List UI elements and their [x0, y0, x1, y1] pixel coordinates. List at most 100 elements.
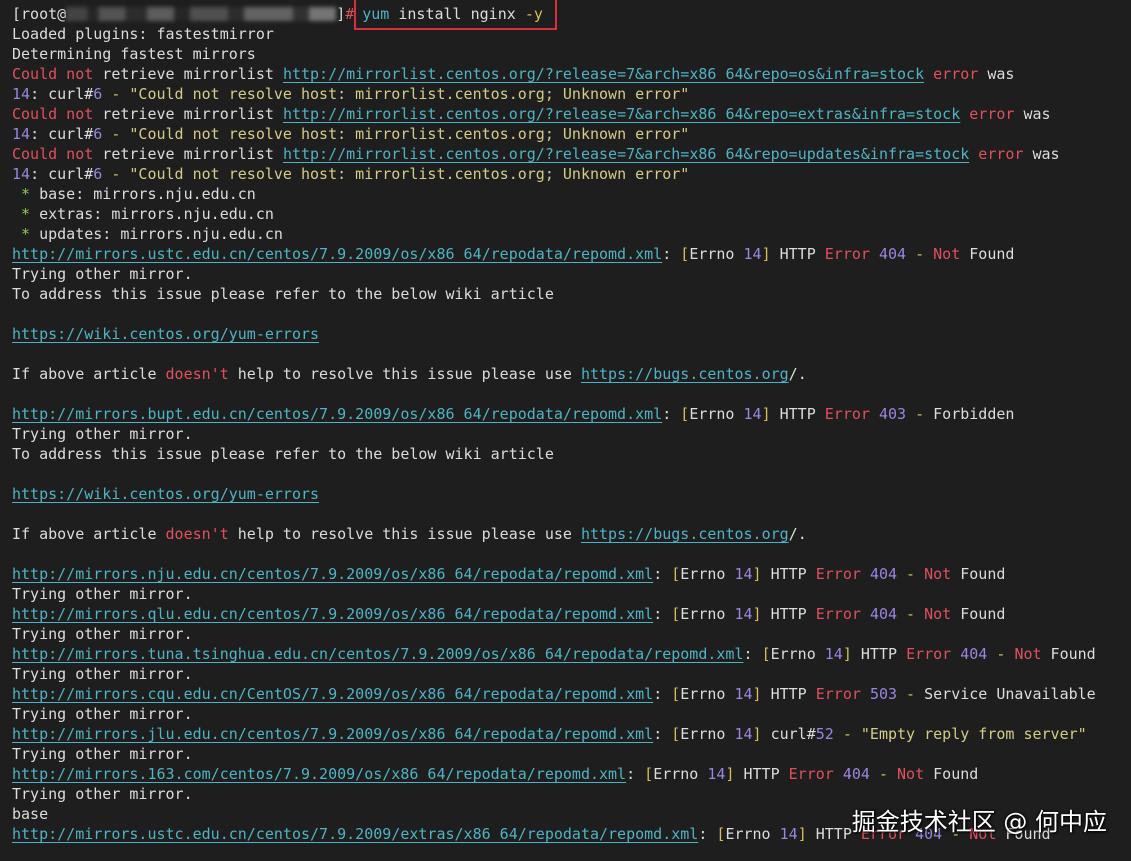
- output-text: :: [653, 605, 672, 623]
- output-text: /.: [788, 365, 807, 383]
- url-link[interactable]: http://mirrors.cqu.edu.cn/CentOS/7.9.200…: [12, 685, 653, 703]
- output-text: 52: [815, 725, 834, 743]
- output-line: Could not retrieve mirrorlist http://mir…: [12, 64, 1131, 84]
- output-line: http://mirrors.tuna.tsinghua.edu.cn/cent…: [12, 644, 1131, 664]
- output-text: Errno: [680, 685, 735, 703]
- output-text: base: mirrors.nju.edu.cn: [39, 185, 256, 203]
- url-link[interactable]: http://mirrors.163.com/centos/7.9.2009/o…: [12, 765, 626, 783]
- url-link[interactable]: http://mirrors.ustc.edu.cn/centos/7.9.20…: [12, 245, 662, 263]
- output-text: /.: [788, 525, 807, 543]
- output-line: Loaded plugins: fastestmirror: [12, 24, 1131, 44]
- output-line: Trying other mirror.: [12, 424, 1131, 444]
- output-text: -: [102, 165, 130, 183]
- url-link[interactable]: http://mirrors.qlu.edu.cn/centos/7.9.200…: [12, 605, 653, 623]
- output-text: 14: [779, 825, 798, 843]
- output-text: 404: [842, 765, 870, 783]
- url-link[interactable]: http://mirrors.bupt.edu.cn/centos/7.9.20…: [12, 405, 662, 423]
- output-text: -: [102, 85, 130, 103]
- output-text: If above article: [12, 525, 166, 543]
- output-text: [: [671, 605, 681, 623]
- output-text: Could not: [12, 145, 94, 163]
- output-text: 404: [869, 565, 898, 583]
- output-text: ]: [752, 725, 762, 743]
- output-text: Error: [815, 565, 870, 583]
- output-text: HTTP: [761, 565, 816, 583]
- output-text: 14: [734, 685, 753, 703]
- output-text: ]: [761, 245, 771, 263]
- output-text: [: [671, 685, 681, 703]
- output-text: HTTP: [851, 645, 907, 663]
- url-link[interactable]: http://mirrors.tuna.tsinghua.edu.cn/cent…: [12, 645, 744, 663]
- url-link[interactable]: https://wiki.centos.org/yum-errors: [12, 485, 319, 503]
- url-link[interactable]: https://bugs.centos.org: [581, 365, 789, 383]
- output-text: Error: [815, 685, 870, 703]
- output-text: error: [960, 105, 1015, 123]
- output-line: Trying other mirror.: [12, 744, 1131, 764]
- output-text: ]: [752, 605, 762, 623]
- url-link[interactable]: http://mirrors.ustc.edu.cn/centos/7.9.20…: [12, 825, 698, 843]
- output-text: ]: [752, 565, 762, 583]
- output-line: Trying other mirror.: [12, 584, 1131, 604]
- output-text: Trying other mirror.: [12, 425, 193, 443]
- output-text: :: [653, 685, 672, 703]
- output-line: Trying other mirror.: [12, 624, 1131, 644]
- output-line: 14: curl#6 - "Could not resolve host: mi…: [12, 84, 1131, 104]
- url-link[interactable]: https://bugs.centos.org: [581, 525, 789, 543]
- output-text: Errno: [689, 405, 744, 423]
- output-text: Not: [924, 565, 952, 583]
- url-link[interactable]: http://mirrors.nju.edu.cn/centos/7.9.200…: [12, 565, 653, 583]
- url-link[interactable]: http://mirrors.jlu.edu.cn/centos/7.9.200…: [12, 725, 653, 743]
- output-text: Found: [1041, 645, 1096, 663]
- output-text: -: [102, 125, 130, 143]
- output-text: Trying other mirror.: [12, 785, 193, 803]
- output-text: retrieve mirrorlist: [93, 65, 283, 83]
- output-line: 14: curl#6 - "Could not resolve host: mi…: [12, 164, 1131, 184]
- command-flag: -y: [524, 5, 543, 23]
- output-text: HTTP: [770, 245, 825, 263]
- url-link[interactable]: https://wiki.centos.org/yum-errors: [12, 325, 319, 343]
- command-yum: yum: [362, 5, 390, 23]
- output-text: :: [653, 725, 672, 743]
- url-link[interactable]: http://mirrorlist.centos.org/?release=7&…: [283, 65, 924, 83]
- url-link[interactable]: http://mirrorlist.centos.org/?release=7&…: [283, 105, 960, 123]
- output-text: Found: [924, 765, 979, 783]
- output-text: Trying other mirror.: [12, 705, 193, 723]
- output-text: :: [626, 765, 645, 783]
- output-line: http://mirrors.163.com/centos/7.9.2009/o…: [12, 764, 1131, 784]
- output-text: Errno: [680, 565, 735, 583]
- output-text: [: [680, 245, 690, 263]
- output-line: Trying other mirror.: [12, 664, 1131, 684]
- output-text: "Could not resolve host: mirrorlist.cent…: [129, 125, 690, 143]
- output-text: Not: [1014, 645, 1042, 663]
- output-line: http://mirrors.cqu.edu.cn/CentOS/7.9.200…: [12, 684, 1131, 704]
- output-text: -: [987, 645, 1015, 663]
- url-link[interactable]: http://mirrorlist.centos.org/?release=7&…: [283, 145, 969, 163]
- output-text: [: [761, 645, 771, 663]
- output-text: Trying other mirror.: [12, 745, 193, 763]
- output-line: If above article doesn't help to resolve…: [12, 524, 1131, 544]
- output-text: Not: [924, 605, 952, 623]
- output-text: :: [698, 825, 717, 843]
- output-text: error: [924, 65, 979, 83]
- output-text: : curl#: [30, 85, 94, 103]
- output-text: -: [897, 605, 925, 623]
- output-text: Could not: [12, 65, 94, 83]
- output-text: ]: [752, 685, 762, 703]
- output-text: 14: [734, 565, 753, 583]
- output-line: To address this issue please refer to th…: [12, 444, 1131, 464]
- output-text: *: [12, 185, 40, 203]
- prompt-hash: #: [345, 5, 355, 23]
- output-text: -: [906, 405, 934, 423]
- output-text: Errno: [770, 645, 825, 663]
- terminal-output[interactable]: [root@]# yum install nginx -y Loaded plug…: [12, 0, 1131, 844]
- output-line: Trying other mirror.: [12, 704, 1131, 724]
- output-text: HTTP: [734, 765, 789, 783]
- watermark: 掘金技术社区 @ 何中应: [851, 808, 1107, 836]
- output-line: * updates: mirrors.nju.edu.cn: [12, 224, 1131, 244]
- output-text: : curl#: [30, 125, 94, 143]
- output-line: Trying other mirror.: [12, 784, 1131, 804]
- output-text: was: [978, 65, 1015, 83]
- output-text: To address this issue please refer to th…: [12, 445, 554, 463]
- output-text: Error: [815, 605, 870, 623]
